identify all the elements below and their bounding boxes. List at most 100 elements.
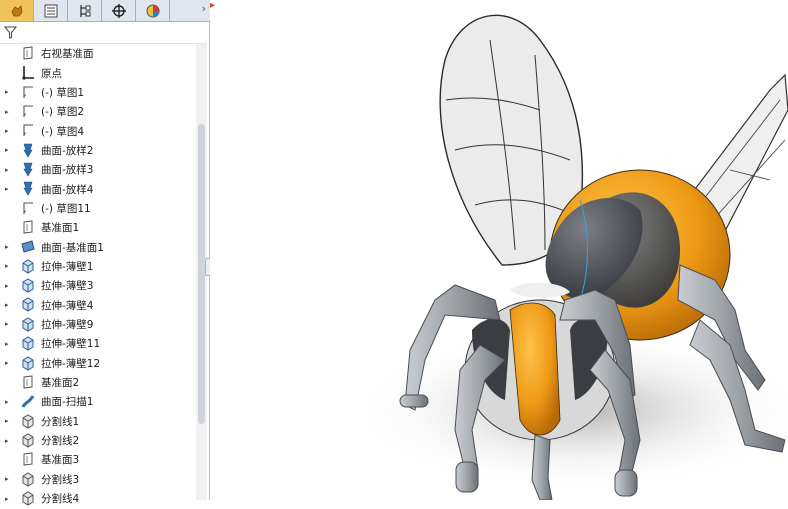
feature-tree-item[interactable]: ▸ (-) 草图2 [0, 102, 196, 121]
expand-caret-icon[interactable]: ▸ [5, 301, 11, 309]
feature-tree-item-label: 分割线1 [41, 415, 80, 428]
expand-caret-icon[interactable]: ▸ [5, 320, 11, 328]
feature-tree-item-label: 曲面-基准面1 [41, 241, 104, 254]
tab-property-manager[interactable] [34, 0, 68, 21]
extrude-thin-icon [20, 336, 36, 351]
feature-tree-item-label: 拉伸-薄壁3 [41, 280, 94, 293]
feature-manager-panel: › 右视基准面原点 ▸ (-) 草图1 ▸ (-) 草图2 ▸ (-) 草图4 ▸ 曲面-放样2… [0, 0, 210, 506]
feature-tree-item[interactable]: ▸ 拉伸-薄壁12 [0, 354, 196, 373]
feature-tree-item[interactable]: ▸ 曲面-放样3 [0, 160, 196, 179]
expand-caret-icon[interactable]: ▸ [5, 475, 11, 483]
expand-caret-icon[interactable]: ▸ [5, 108, 11, 116]
feature-tree-item-label: 基准面2 [41, 377, 80, 390]
feature-tree-item[interactable]: ▸ 拉伸-薄壁4 [0, 295, 196, 314]
feature-tree-item-label: 基准面3 [41, 454, 80, 467]
feature-tree-item[interactable]: 基准面3 [0, 450, 196, 469]
sketch-icon [20, 104, 36, 119]
planar-surface-icon [20, 239, 36, 254]
expand-caret-icon[interactable]: ▸ [5, 495, 11, 503]
extrude-thin-icon [20, 259, 36, 274]
plane-icon [20, 452, 36, 467]
filter-bar [0, 22, 207, 44]
feature-tree-item[interactable]: 原点 [0, 63, 196, 82]
chevron-right-icon[interactable]: › [202, 2, 206, 15]
property-manager-icon [44, 4, 57, 17]
feature-tree-item-label: 基准面1 [41, 222, 80, 235]
extrude-thin-icon [20, 278, 36, 293]
expand-caret-icon[interactable]: ▸ [5, 88, 11, 96]
feature-tree-item-label: 曲面-扫描1 [41, 396, 94, 409]
split-line-icon [20, 491, 36, 506]
feature-tree-item-label: 拉伸-薄壁12 [41, 357, 101, 370]
feature-tree-item[interactable]: ▸ 曲面-放样4 [0, 179, 196, 198]
filter-icon[interactable] [4, 26, 17, 39]
surface-loft-icon [20, 162, 36, 177]
feature-tree-item[interactable]: 基准面1 [0, 218, 196, 237]
feature-tree-item-label: 曲面-放样4 [41, 183, 94, 196]
feature-tree-item[interactable]: 基准面2 [0, 373, 196, 392]
surface-sweep-icon [20, 394, 36, 409]
feature-tree: 右视基准面 原点 ▸ (-) 草图1 ▸ (-) 草图2 ▸ (-) 草图4 ▸ 曲面-放样2 ▸ 曲… [0, 44, 196, 508]
scrollbar-thumb[interactable] [198, 124, 205, 424]
feature-manager-icon [11, 4, 22, 16]
feature-tree-item[interactable]: ▸ 拉伸-薄壁1 [0, 257, 196, 276]
origin-icon [20, 65, 36, 80]
tab-dimxpert-manager[interactable] [102, 0, 136, 21]
feature-tree-item[interactable]: ▸ 拉伸-薄壁9 [0, 315, 196, 334]
feature-tree-item-label: 分割线4 [41, 493, 80, 506]
feature-tree-item[interactable]: ▸ (-) 草图4 [0, 121, 196, 140]
expand-caret-icon[interactable]: ▸ [5, 437, 11, 445]
feature-tree-item[interactable]: ▸ 分割线1 [0, 412, 196, 431]
feature-tree-item-label: 拉伸-薄壁1 [41, 260, 94, 273]
feature-tree-item[interactable]: 右视基准面 [0, 44, 196, 63]
feature-tree-item[interactable]: ▸ 拉伸-薄壁11 [0, 334, 196, 353]
expand-caret-icon[interactable]: ▸ [5, 146, 11, 154]
expand-caret-icon[interactable]: ▸ [5, 166, 11, 174]
feature-tree-item-label: 分割线2 [41, 435, 80, 448]
bee-3d-model [350, 14, 788, 501]
feature-tree-item-label: (-) 草图1 [41, 86, 84, 99]
expand-caret-icon[interactable]: ▸ [5, 262, 11, 270]
surface-loft-icon [20, 143, 36, 158]
plane-icon [20, 375, 36, 390]
configuration-manager-icon [79, 4, 90, 17]
expand-caret-icon[interactable]: ▸ [5, 185, 11, 193]
plane-icon [20, 220, 36, 235]
expand-caret-icon[interactable]: ▸ [5, 340, 11, 348]
expand-caret-icon[interactable]: ▸ [5, 243, 11, 251]
display-manager-icon [146, 4, 159, 17]
feature-tree-item[interactable]: ▸ 曲面-放样2 [0, 141, 196, 160]
feature-tree-item[interactable]: ▸ 曲面-基准面1 [0, 237, 196, 256]
split-line-icon [20, 471, 36, 487]
viewport-corner-mark: ▸ [210, 0, 216, 11]
feature-tree-item-label: (-) 草图4 [41, 125, 84, 138]
feature-tree-item-label: (-) 草图11 [41, 202, 91, 215]
feature-tree-item[interactable]: ▸ 分割线2 [0, 431, 196, 450]
graphics-viewport[interactable]: ▸ [210, 0, 788, 501]
feature-tree-item[interactable]: ▸ 分割线3 [0, 470, 196, 489]
split-line-icon [20, 433, 36, 448]
extrude-thin-icon [20, 355, 36, 371]
tab-configuration-manager[interactable] [68, 0, 102, 21]
feature-tree-item[interactable]: (-) 草图11 [0, 199, 196, 218]
tab-feature-manager[interactable] [0, 0, 34, 21]
feature-tree-item[interactable]: ▸ 分割线4 [0, 489, 196, 508]
expand-caret-icon[interactable]: ▸ [5, 417, 11, 425]
feature-tree-item-label: 拉伸-薄壁9 [41, 318, 94, 331]
expand-caret-icon[interactable]: ▸ [5, 398, 11, 406]
feature-tree-item[interactable]: ▸ (-) 草图1 [0, 83, 196, 102]
tab-display-manager[interactable] [136, 0, 170, 21]
expand-caret-icon[interactable]: ▸ [5, 127, 11, 135]
feature-tree-item-label: 拉伸-薄壁4 [41, 299, 94, 312]
feature-tree-item-label: 右视基准面 [41, 48, 94, 61]
expand-caret-icon[interactable]: ▸ [5, 359, 11, 367]
feature-tree-item-label: 原点 [41, 67, 62, 80]
feature-tree-item[interactable]: ▸ 曲面-扫描1 [0, 392, 196, 411]
plane-icon [20, 46, 36, 61]
dimxpert-icon [111, 3, 126, 18]
feature-tree-item[interactable]: ▸ 拉伸-薄壁3 [0, 276, 196, 295]
expand-caret-icon[interactable]: ▸ [5, 282, 11, 290]
feature-tree-item-label: 曲面-放样3 [41, 164, 94, 177]
split-line-icon [20, 413, 36, 429]
feature-tree-item-label: (-) 草图2 [41, 106, 84, 119]
